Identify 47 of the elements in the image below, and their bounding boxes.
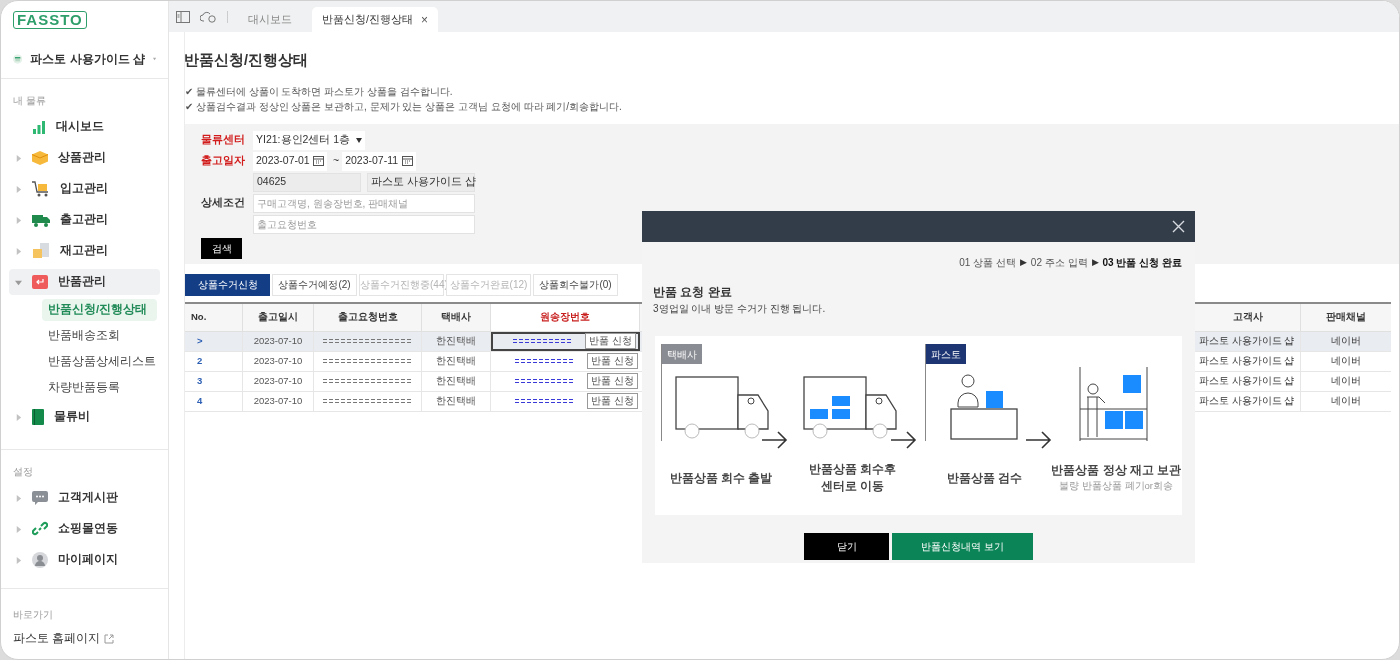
table-cell: 한진택배	[422, 331, 491, 351]
column-header: 판매채널	[1325, 310, 1367, 325]
table-cell-text: 네이버	[1330, 334, 1362, 349]
dialog-title: 반품 요청 완료	[653, 284, 733, 301]
info-note: ✔ 물류센터에 상품이 도착하면 파스토가 상품을 검수합니다.	[185, 84, 454, 99]
table-cell-text: 네이버	[1330, 394, 1362, 409]
step-title: 반품상품 회수 출발	[669, 470, 773, 486]
column-header: 출고일시	[243, 303, 314, 331]
step-label: 01 상품 선택	[959, 256, 1016, 270]
step-title: 반품상품 검수	[946, 470, 1022, 486]
table-cell: 한진택배	[422, 351, 491, 371]
section-title: 내 물류	[12, 94, 47, 108]
column-header: No.	[185, 303, 243, 331]
step-title: 반품상품 정상 재고 보관	[1051, 463, 1181, 479]
step-separator: ▶	[1091, 255, 1099, 269]
row-number: >	[185, 331, 243, 351]
step-label: 02 주소 입력	[1030, 256, 1088, 270]
row-number: 2	[185, 351, 243, 371]
field-label: 물류센터	[201, 132, 246, 148]
table-cell: 2023-07-10	[243, 371, 314, 391]
info-note: ✔ 상품검수결과 정상인 상품은 보관하고, 문제가 있는 상품은 고객님 요청에 따라 폐기/회송합니다.	[185, 99, 623, 114]
table-cell: 한진택배	[422, 391, 491, 411]
group-label: 파스토	[925, 344, 966, 364]
dialog-subtitle: 3영업일 이내 방문 수거가 진행 됩니다.	[653, 302, 827, 316]
step-title: 반품상품 회수후 센터로 이동	[809, 462, 897, 494]
step-note: 불량 반품상품 폐기or회송	[1059, 479, 1173, 494]
table-cell: 2023-07-10	[243, 351, 314, 371]
table-cell: 2023-07-10	[243, 331, 314, 351]
group-label: 택배사	[662, 344, 702, 364]
table-cell: 2023-07-10	[243, 391, 314, 411]
step-separator: ▶	[1019, 255, 1027, 269]
column-header: 원송장번호	[491, 303, 640, 331]
code-field: 04625	[253, 172, 361, 192]
page-title: 반품신청/진행상태	[184, 51, 310, 70]
range-separator: ~	[333, 153, 340, 169]
field-label: 상세조건	[201, 195, 246, 211]
shop-field: 파스토 사용가이드 샵	[367, 172, 475, 192]
step-label: 03 반품 신청 완료	[1102, 256, 1182, 270]
section-title: 바로가기	[13, 608, 54, 622]
table-cell: 한진택배	[422, 371, 491, 391]
table-cell-text: 네이버	[1330, 374, 1362, 389]
column-header: 출고요청번호	[314, 303, 422, 331]
field-label: 출고일자	[201, 153, 246, 169]
row-number: 3	[185, 371, 243, 391]
table-cell-text: 네이버	[1330, 354, 1362, 369]
row-number: 4	[185, 391, 243, 411]
section-title: 설정	[12, 465, 34, 479]
